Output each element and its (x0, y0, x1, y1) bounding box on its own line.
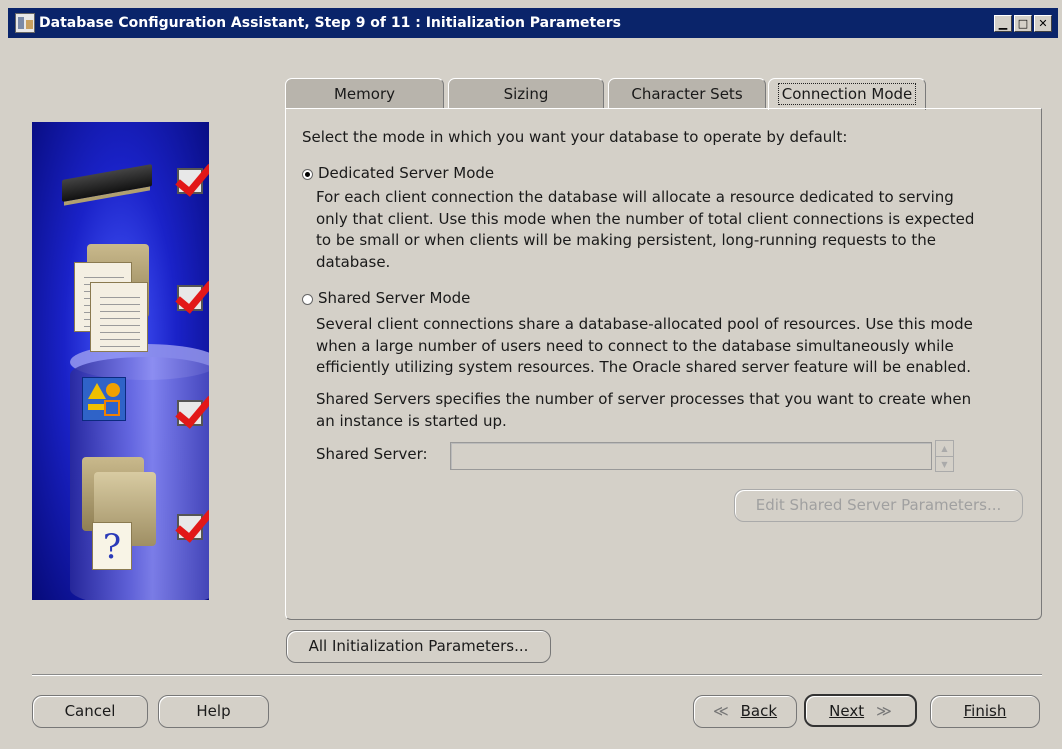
back-button[interactable]: ≪ Back (693, 695, 797, 728)
step-complete-check-icon (177, 514, 203, 540)
minimize-button[interactable]: ▁ (994, 14, 1012, 32)
spinner-down-icon[interactable]: ▼ (936, 456, 953, 471)
shared-server-radio[interactable] (302, 294, 313, 305)
dedicated-server-label[interactable]: Dedicated Server Mode (318, 164, 494, 182)
instruction-text: Select the mode in which you want your d… (302, 128, 848, 146)
step-complete-check-icon (177, 168, 203, 194)
wizard-side-image: ? (32, 122, 209, 600)
finish-button[interactable]: Finish (930, 695, 1040, 728)
shared-servers-help-text: Shared Servers specifies the number of s… (316, 390, 972, 430)
shared-server-spinner[interactable]: ▲ ▼ (935, 440, 954, 472)
finish-label: Finish (963, 702, 1007, 720)
tab-memory[interactable]: Memory (285, 78, 444, 108)
maximize-button[interactable]: □ (1014, 14, 1032, 32)
window-titlebar: Database Configuration Assistant, Step 9… (8, 8, 1058, 38)
app-icon (15, 13, 35, 33)
tab-sizing[interactable]: Sizing (448, 78, 604, 108)
next-arrow-icon: ≫ (876, 702, 892, 720)
edit-shared-server-parameters-button[interactable]: Edit Shared Server Parameters... (734, 489, 1023, 522)
cancel-button[interactable]: Cancel (32, 695, 148, 728)
shared-server-input[interactable] (450, 442, 932, 470)
help-document-icon: ? (92, 522, 132, 570)
shared-server-label[interactable]: Shared Server Mode (318, 289, 470, 307)
tab-connection-mode[interactable]: Connection Mode (768, 78, 926, 110)
help-button[interactable]: Help (158, 695, 269, 728)
window-title: Database Configuration Assistant, Step 9… (39, 15, 621, 31)
tab-character-sets[interactable]: Character Sets (608, 78, 766, 108)
spinner-up-icon[interactable]: ▲ (936, 441, 953, 456)
dedicated-server-radio[interactable] (302, 169, 313, 180)
shared-server-field-label: Shared Server: (316, 445, 428, 463)
memory-chip-icon (62, 164, 152, 202)
back-label: Back (740, 702, 778, 720)
all-initialization-parameters-button[interactable]: All Initialization Parameters... (286, 630, 551, 663)
step-complete-check-icon (177, 285, 203, 311)
back-arrow-icon: ≪ (712, 702, 729, 720)
next-label: Next (829, 702, 865, 720)
dedicated-server-description: For each client connection the database … (316, 188, 975, 271)
shared-server-description: Several client connections share a datab… (316, 315, 973, 376)
footer-divider (32, 674, 1042, 676)
next-button[interactable]: Next ≫ (804, 694, 917, 727)
step-complete-check-icon (177, 400, 203, 426)
shapes-icon (82, 377, 126, 421)
close-button[interactable]: ✕ (1034, 14, 1052, 32)
documents-icon-2 (90, 282, 148, 352)
